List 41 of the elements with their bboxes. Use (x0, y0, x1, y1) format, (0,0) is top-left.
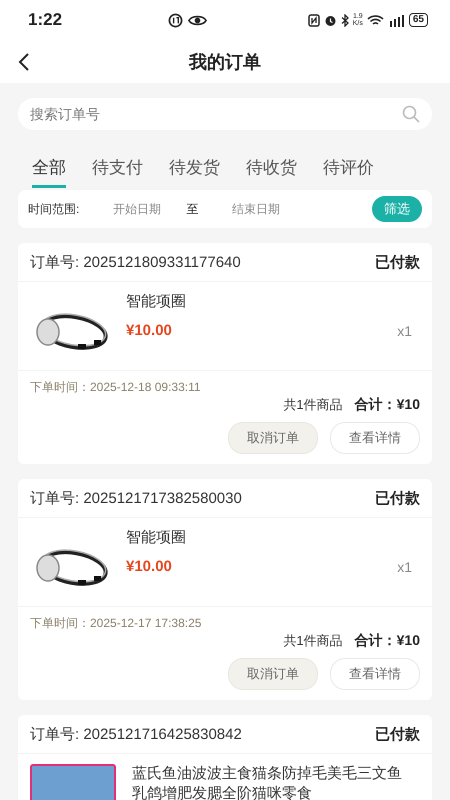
item-count: 共1件商品 (283, 396, 343, 414)
filter-label: 时间范围: (28, 200, 80, 218)
product-quantity: x1 (397, 558, 412, 574)
order-time: 下单时间：2025-12-18 09:33:11 (30, 379, 202, 396)
search-icon (402, 105, 420, 123)
product-price: ¥10.00 (126, 322, 172, 339)
product-name: 智能项圈 (126, 292, 187, 312)
order-total: 合计：¥10 (354, 396, 420, 414)
product-name: 智能项圈 (126, 528, 187, 548)
nfc-icon (308, 14, 320, 26)
alarm-icon (324, 14, 337, 26)
order-tab[interactable]: 待评价 (323, 150, 374, 188)
notification-icon (168, 12, 183, 28)
order-tab[interactable]: 待发货 (169, 150, 220, 188)
signal-icon (388, 14, 405, 26)
wifi-icon (366, 14, 384, 26)
date-separator: 至 (186, 200, 198, 218)
order-status: 已付款 (375, 724, 420, 744)
page-title: 我的订单 (189, 50, 261, 74)
view-details-button[interactable]: 查看详情 (330, 422, 420, 454)
view-details-button[interactable]: 查看详情 (330, 658, 420, 690)
order-number: 订单号: 2025121716425830842 (30, 724, 242, 744)
product-quantity: x1 (397, 322, 412, 338)
order-number: 订单号: 2025121809331177640 (30, 252, 241, 272)
cancel-order-button[interactable]: 取消订单 (228, 658, 318, 690)
item-count: 共1件商品 (283, 632, 343, 650)
order-status: 已付款 (375, 488, 420, 508)
order-time: 下单时间：2025-12-17 17:38:25 (30, 615, 202, 632)
product-price: ¥10.00 (126, 558, 172, 575)
eye-icon (188, 14, 207, 26)
order-tab[interactable]: 待支付 (92, 150, 143, 188)
battery-indicator: 65 (408, 13, 428, 27)
order-tab[interactable]: 待收货 (246, 150, 297, 188)
search-field[interactable]: 搜索订单号 (18, 98, 432, 130)
bluetooth-icon (340, 14, 349, 26)
order-number: 订单号: 2025121717382580030 (30, 488, 242, 508)
cancel-order-button[interactable]: 取消订单 (228, 422, 318, 454)
product-name: 蓝氏鱼油波波主食猫条防掉毛美毛三文鱼乳鸽增肥发腮全阶猫咪零食 (132, 764, 403, 800)
order-status: 已付款 (375, 252, 420, 272)
order-total: 合计：¥10 (354, 632, 420, 650)
status-time: 1:22 (28, 10, 64, 30)
